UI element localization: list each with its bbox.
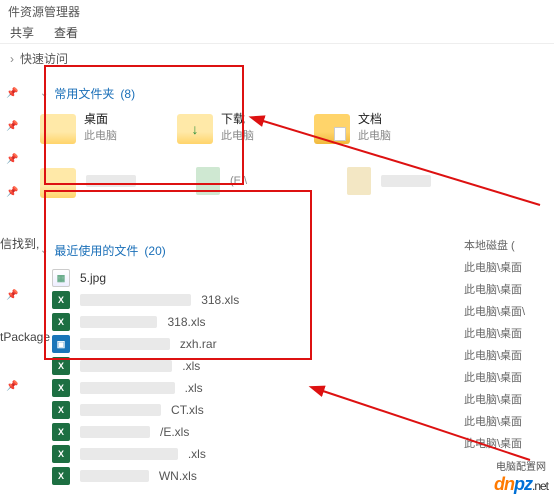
file-location: 此电脑\桌面 [464,433,544,455]
filename-partial: .xls [188,447,206,461]
pin-icon: 📌 [6,187,18,198]
file-location: 此电脑\桌面 [464,345,544,367]
blur-label [80,294,191,306]
folder-blurred[interactable]: (E:\ [196,170,247,192]
tab-share[interactable]: 共享 [10,24,34,41]
file-location: 此电脑\桌面 [464,411,544,433]
section-recent-count: (20) [144,244,165,258]
filename-partial: zxh.rar [180,337,217,351]
folder-sub: 此电脑 [358,127,391,143]
breadcrumb-current[interactable]: 快速访问 [20,50,68,67]
blur-label [381,175,431,187]
filename-partial: WN.xls [159,469,197,483]
folder-icon [40,114,76,144]
file-location: 此电脑\桌面 [464,367,544,389]
location-column: 本地磁盘 (此电脑\桌面此电脑\桌面此电脑\桌面\此电脑\桌面此电脑\桌面此电脑… [464,235,544,455]
caret-down-icon: ⌄ [40,245,48,256]
cutoff-text: 信找到, [0,235,39,252]
folder-icon [347,167,371,195]
xls-file-icon: X [52,313,70,331]
file-location: 此电脑\桌面 [464,323,544,345]
blur-label [80,316,157,328]
pin-icon: 📌 [6,121,18,132]
breadcrumb[interactable]: › 快速访问 [0,43,554,73]
filename: 5.jpg [80,271,106,285]
folder-blurred[interactable] [347,170,431,192]
folder-icon [314,114,350,144]
filename-partial: CT.xls [171,403,204,417]
section-recent-label: 最近使用的文件 [54,242,138,259]
file-location: 本地磁盘 ( [464,235,544,257]
blur-label [86,175,136,187]
folder-icon [177,114,213,144]
recent-file-row[interactable]: X WN.xls [40,465,554,487]
filename-partial: 318.xls [167,315,205,329]
xls-file-icon: X [52,291,70,309]
blur-label [80,470,149,482]
cutoff-text2: tPackage [0,330,50,344]
xls-file-icon: X [52,467,70,485]
folder-sub: 此电脑 [84,127,117,143]
file-location: 此电脑\桌面\ [464,301,544,323]
folder-name: 下载 [221,110,254,127]
xls-file-icon: X [52,423,70,441]
ribbon-tabs: 共享 查看 [0,22,554,43]
section-frequent-folders[interactable]: ⌄ 常用文件夹 (8) [40,85,554,102]
folder-icon [40,168,76,198]
xls-file-icon: X [52,445,70,463]
rar-file-icon: ▣ [52,335,70,353]
blur-label [80,360,172,372]
img-file-icon: ▦ [52,269,70,287]
filename-partial: .xls [185,381,203,395]
filename-partial: 318.xls [201,293,239,307]
section-frequent-label: 常用文件夹 [54,85,114,102]
folder-name: 桌面 [84,110,117,127]
folder-name: 文档 [358,110,391,127]
caret-down-icon: ⌄ [40,88,48,99]
folder-blurred[interactable] [40,170,136,192]
pin-icon: 📌 [6,88,18,99]
drive-fragment: (E:\ [230,175,247,187]
pin-icon: 📌 [6,290,18,301]
folder-icon [196,167,220,195]
file-location: 此电脑\桌面 [464,257,544,279]
xls-file-icon: X [52,401,70,419]
tab-view[interactable]: 查看 [54,24,78,41]
section-frequent-count: (8) [120,87,135,101]
file-location: 此电脑\桌面 [464,279,544,301]
filename-partial: /E.xls [160,425,189,439]
blur-label [80,426,150,438]
xls-file-icon: X [52,357,70,375]
file-location: 此电脑\桌面 [464,389,544,411]
pin-icon: 📌 [6,154,18,165]
window-title: 件资源管理器 [0,0,554,22]
blur-label [80,404,161,416]
pin-icon: 📌 [6,381,18,392]
xls-file-icon: X [52,379,70,397]
folder-sub: 此电脑 [221,127,254,143]
blur-label [80,338,170,350]
filename-partial: .xls [182,359,200,373]
watermark-sub: 电脑配置网 [496,458,546,473]
blur-label [80,448,178,460]
blur-label [80,382,175,394]
sidebar-pins: 📌 📌 📌 📌 [6,88,18,198]
chevron-right-icon: › [10,52,14,66]
watermark-logo: dnpz.net [494,474,548,495]
